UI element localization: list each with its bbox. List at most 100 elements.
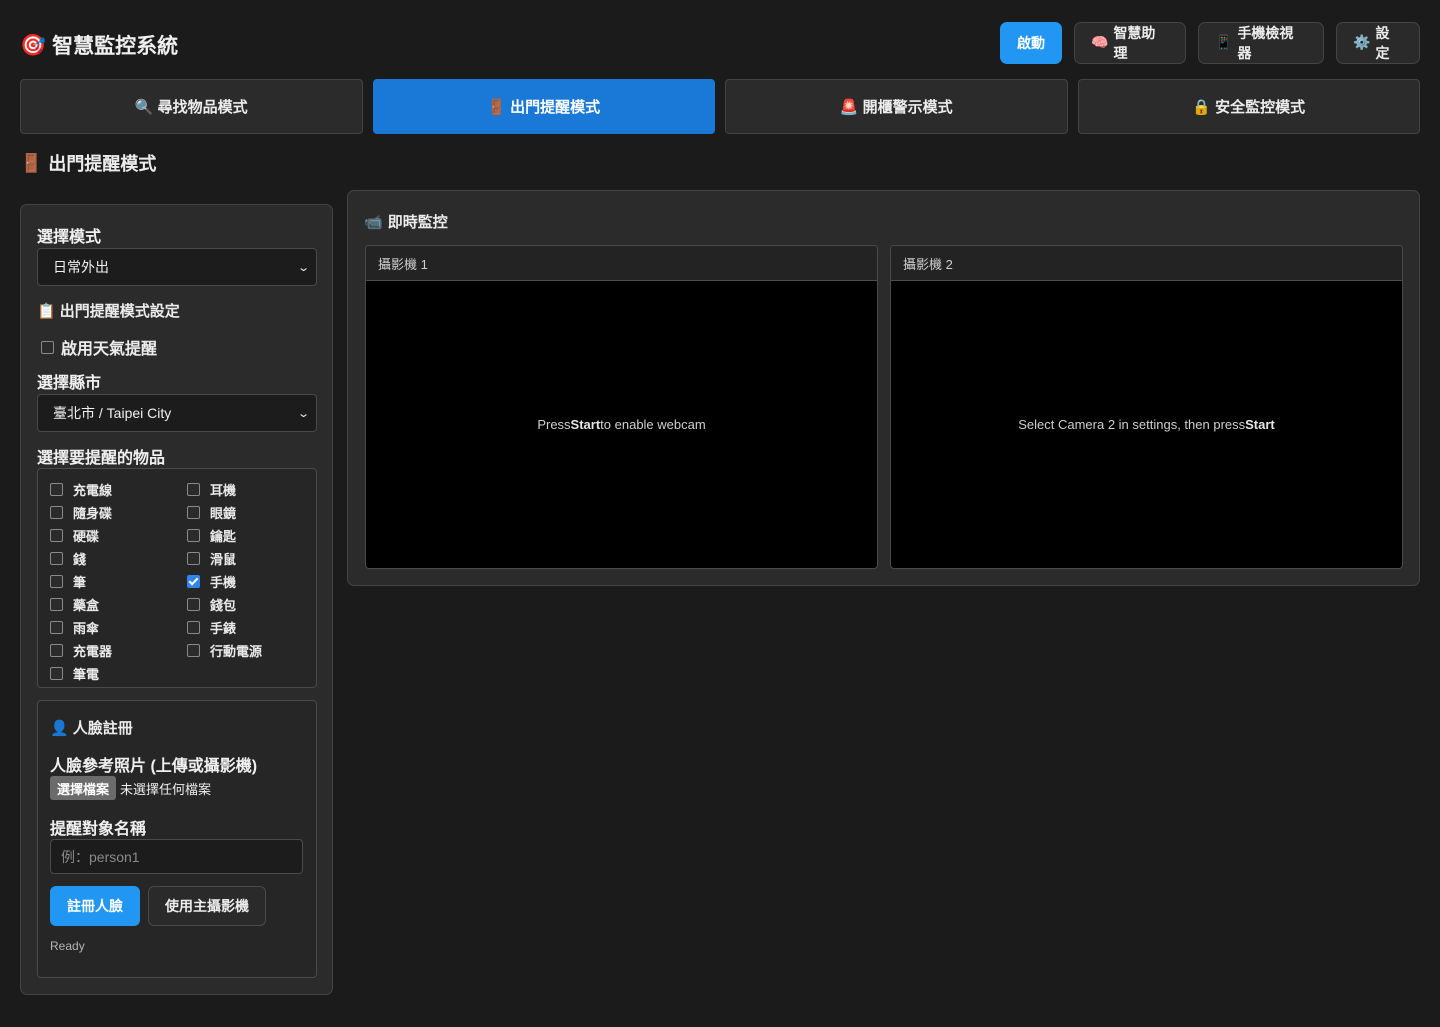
user-icon: 👤 xyxy=(50,718,69,737)
item-label: 耳機 xyxy=(210,483,237,498)
phone-icon: 📱 xyxy=(1215,35,1233,51)
assistant-button[interactable]: 🧠 智慧助理 xyxy=(1074,22,1186,64)
start-button-label: 啟動 xyxy=(1017,35,1045,51)
face-registration-card: 👤 人臉註冊 人臉參考照片 (上傳或攝影機) 選擇檔案 未選擇任何檔案 提醒對象… xyxy=(37,700,317,978)
siren-icon: 🚨 xyxy=(839,97,859,116)
live-monitor-title: 📹 即時監控 xyxy=(364,211,448,232)
item-label: 手錶 xyxy=(210,621,237,636)
tab-security-monitor[interactable]: 🔒 安全監控模式 xyxy=(1077,79,1420,134)
item-checkbox[interactable] xyxy=(50,506,63,519)
tab-find-items[interactable]: 🔍 尋找物品模式 xyxy=(20,79,363,134)
item-checkbox-row[interactable]: 手機 xyxy=(187,572,236,591)
item-label: 充電線 xyxy=(73,483,113,498)
item-checkbox-row[interactable]: 硬碟 xyxy=(50,526,99,545)
city-select[interactable]: 臺北市 / Taipei City ⌄ xyxy=(37,394,317,432)
face-registration-title-text: 人臉註冊 xyxy=(72,720,133,737)
item-checkbox-row[interactable]: 手錶 xyxy=(187,618,236,637)
tab-label: 尋找物品模式 xyxy=(157,99,248,116)
item-label: 硬碟 xyxy=(73,529,100,544)
chevron-down-icon: ⌄ xyxy=(296,406,310,420)
item-checkbox-row[interactable]: 行動電源 xyxy=(187,641,262,660)
item-checkbox[interactable] xyxy=(187,529,200,542)
tab-label: 安全監控模式 xyxy=(1215,99,1306,116)
item-checkbox-row[interactable]: 錢 xyxy=(50,549,86,568)
lock-icon: 🔒 xyxy=(1192,97,1212,116)
chevron-down-icon: ⌄ xyxy=(296,260,310,274)
item-checkbox-row[interactable]: 充電器 xyxy=(50,641,112,660)
weather-checkbox[interactable] xyxy=(41,340,54,354)
item-checkbox[interactable] xyxy=(50,575,63,588)
weather-checkbox-label: 啟用天氣提醒 xyxy=(61,341,158,358)
item-checkbox[interactable] xyxy=(187,621,200,634)
live-monitor-panel: 📹 即時監控 攝影機 1 PressStartto enable webcam … xyxy=(347,190,1420,586)
settings-panel: 選擇模式 日常外出 ⌄ 📋 出門提醒模式設定 啟用天氣提醒 選擇縣市 臺北市 /… xyxy=(20,204,333,995)
tab-leave-reminder[interactable]: 🚪 出門提醒模式 xyxy=(372,79,715,134)
item-checkbox[interactable] xyxy=(187,506,200,519)
camera-2-view: 攝影機 2 Select Camera 2 in settings, then … xyxy=(890,245,1403,569)
settings-button[interactable]: ⚙️ 設定 xyxy=(1336,22,1420,64)
city-select-value: 臺北市 / Taipei City xyxy=(53,405,172,421)
target-icon: 🎯 xyxy=(20,32,47,57)
item-checkbox[interactable] xyxy=(50,621,63,634)
camera-1-feed[interactable]: PressStartto enable webcam xyxy=(366,281,877,568)
choose-file-button[interactable]: 選擇檔案 xyxy=(50,776,117,800)
item-checkbox[interactable] xyxy=(187,483,200,496)
camera-2-feed[interactable]: Select Camera 2 in settings, then pressS… xyxy=(891,281,1402,568)
item-checkbox-row[interactable]: 充電線 xyxy=(50,480,112,499)
item-checkbox[interactable] xyxy=(50,552,63,565)
mode-tabs: 🔍 尋找物品模式 🚪 出門提醒模式 🚨 開櫃警示模式 🔒 安全監控模式 xyxy=(20,79,1420,134)
item-label: 充電器 xyxy=(73,644,113,659)
items-checklist: 充電線 耳機 隨身碟 眼鏡 硬碟 鑰匙 錢 滑鼠 筆 手機 藥盒 錢包 雨傘 手… xyxy=(37,468,317,688)
item-checkbox-row[interactable]: 眼鏡 xyxy=(187,503,236,522)
assistant-button-label: 智慧助理 xyxy=(1113,25,1156,61)
item-label: 筆電 xyxy=(73,667,100,682)
item-checkbox[interactable] xyxy=(50,667,63,680)
camera-2-message: Select Camera 2 in settings, then pressS… xyxy=(1018,417,1275,432)
mode-select[interactable]: 日常外出 ⌄ xyxy=(37,248,317,286)
status-text: Ready xyxy=(50,939,85,953)
item-checkbox-row[interactable]: 筆 xyxy=(50,572,86,591)
item-checkbox-row[interactable]: 滑鼠 xyxy=(187,549,236,568)
app-title-text: 智慧監控系統 xyxy=(52,35,179,58)
item-checkbox-row[interactable]: 鑰匙 xyxy=(187,526,236,545)
weather-toggle-row[interactable]: 啟用天氣提醒 xyxy=(41,335,157,359)
item-checkbox[interactable] xyxy=(50,598,63,611)
mobile-viewer-button[interactable]: 📱 手機檢視器 xyxy=(1198,22,1324,64)
item-checkbox[interactable] xyxy=(50,529,63,542)
mobile-viewer-button-label: 手機檢視器 xyxy=(1237,25,1294,61)
mode-select-value: 日常外出 xyxy=(53,259,109,275)
camera-1-header: 攝影機 1 xyxy=(366,246,877,281)
live-monitor-title-text: 即時監控 xyxy=(387,214,448,231)
item-label: 雨傘 xyxy=(73,621,100,636)
item-checkbox-row[interactable]: 隨身碟 xyxy=(50,503,112,522)
camera-1-message: PressStartto enable webcam xyxy=(537,417,706,432)
item-label: 隨身碟 xyxy=(73,506,113,521)
video-camera-icon: 📹 xyxy=(364,212,383,231)
item-checkbox[interactable] xyxy=(50,483,63,496)
target-name-label: 提醒對象名稱 xyxy=(50,821,147,838)
item-label: 眼鏡 xyxy=(210,506,237,521)
item-checkbox-row[interactable]: 筆電 xyxy=(50,664,99,683)
file-status: 未選擇任何檔案 xyxy=(120,781,212,797)
item-checkbox[interactable] xyxy=(50,644,63,657)
face-registration-title: 👤 人臉註冊 xyxy=(50,717,133,738)
item-checkbox-row[interactable]: 耳機 xyxy=(187,480,236,499)
item-checkbox[interactable] xyxy=(187,552,200,565)
item-checkbox[interactable] xyxy=(187,598,200,611)
door-icon: 🚪 xyxy=(487,97,507,116)
register-face-button[interactable]: 註冊人臉 xyxy=(50,886,140,926)
target-name-input[interactable]: 例：person1 xyxy=(50,839,303,874)
item-checkbox-row[interactable]: 錢包 xyxy=(187,595,236,614)
face-photo-label: 人臉參考照片 (上傳或攝影機) xyxy=(50,758,258,775)
file-picker: 選擇檔案 未選擇任何檔案 xyxy=(50,776,211,800)
use-main-camera-button[interactable]: 使用主攝影機 xyxy=(148,886,266,926)
start-button[interactable]: 啟動 xyxy=(1000,22,1062,64)
magnifier-icon: 🔍 xyxy=(134,97,154,116)
item-checkbox-row[interactable]: 藥盒 xyxy=(50,595,99,614)
item-checkbox[interactable] xyxy=(187,644,200,657)
tab-cabinet-alert[interactable]: 🚨 開櫃警示模式 xyxy=(725,79,1068,134)
item-checkbox-row[interactable]: 雨傘 xyxy=(50,618,99,637)
camera-1-view: 攝影機 1 PressStartto enable webcam xyxy=(365,245,878,569)
item-checkbox-checked[interactable] xyxy=(187,575,200,588)
gear-icon: ⚙️ xyxy=(1353,35,1371,51)
